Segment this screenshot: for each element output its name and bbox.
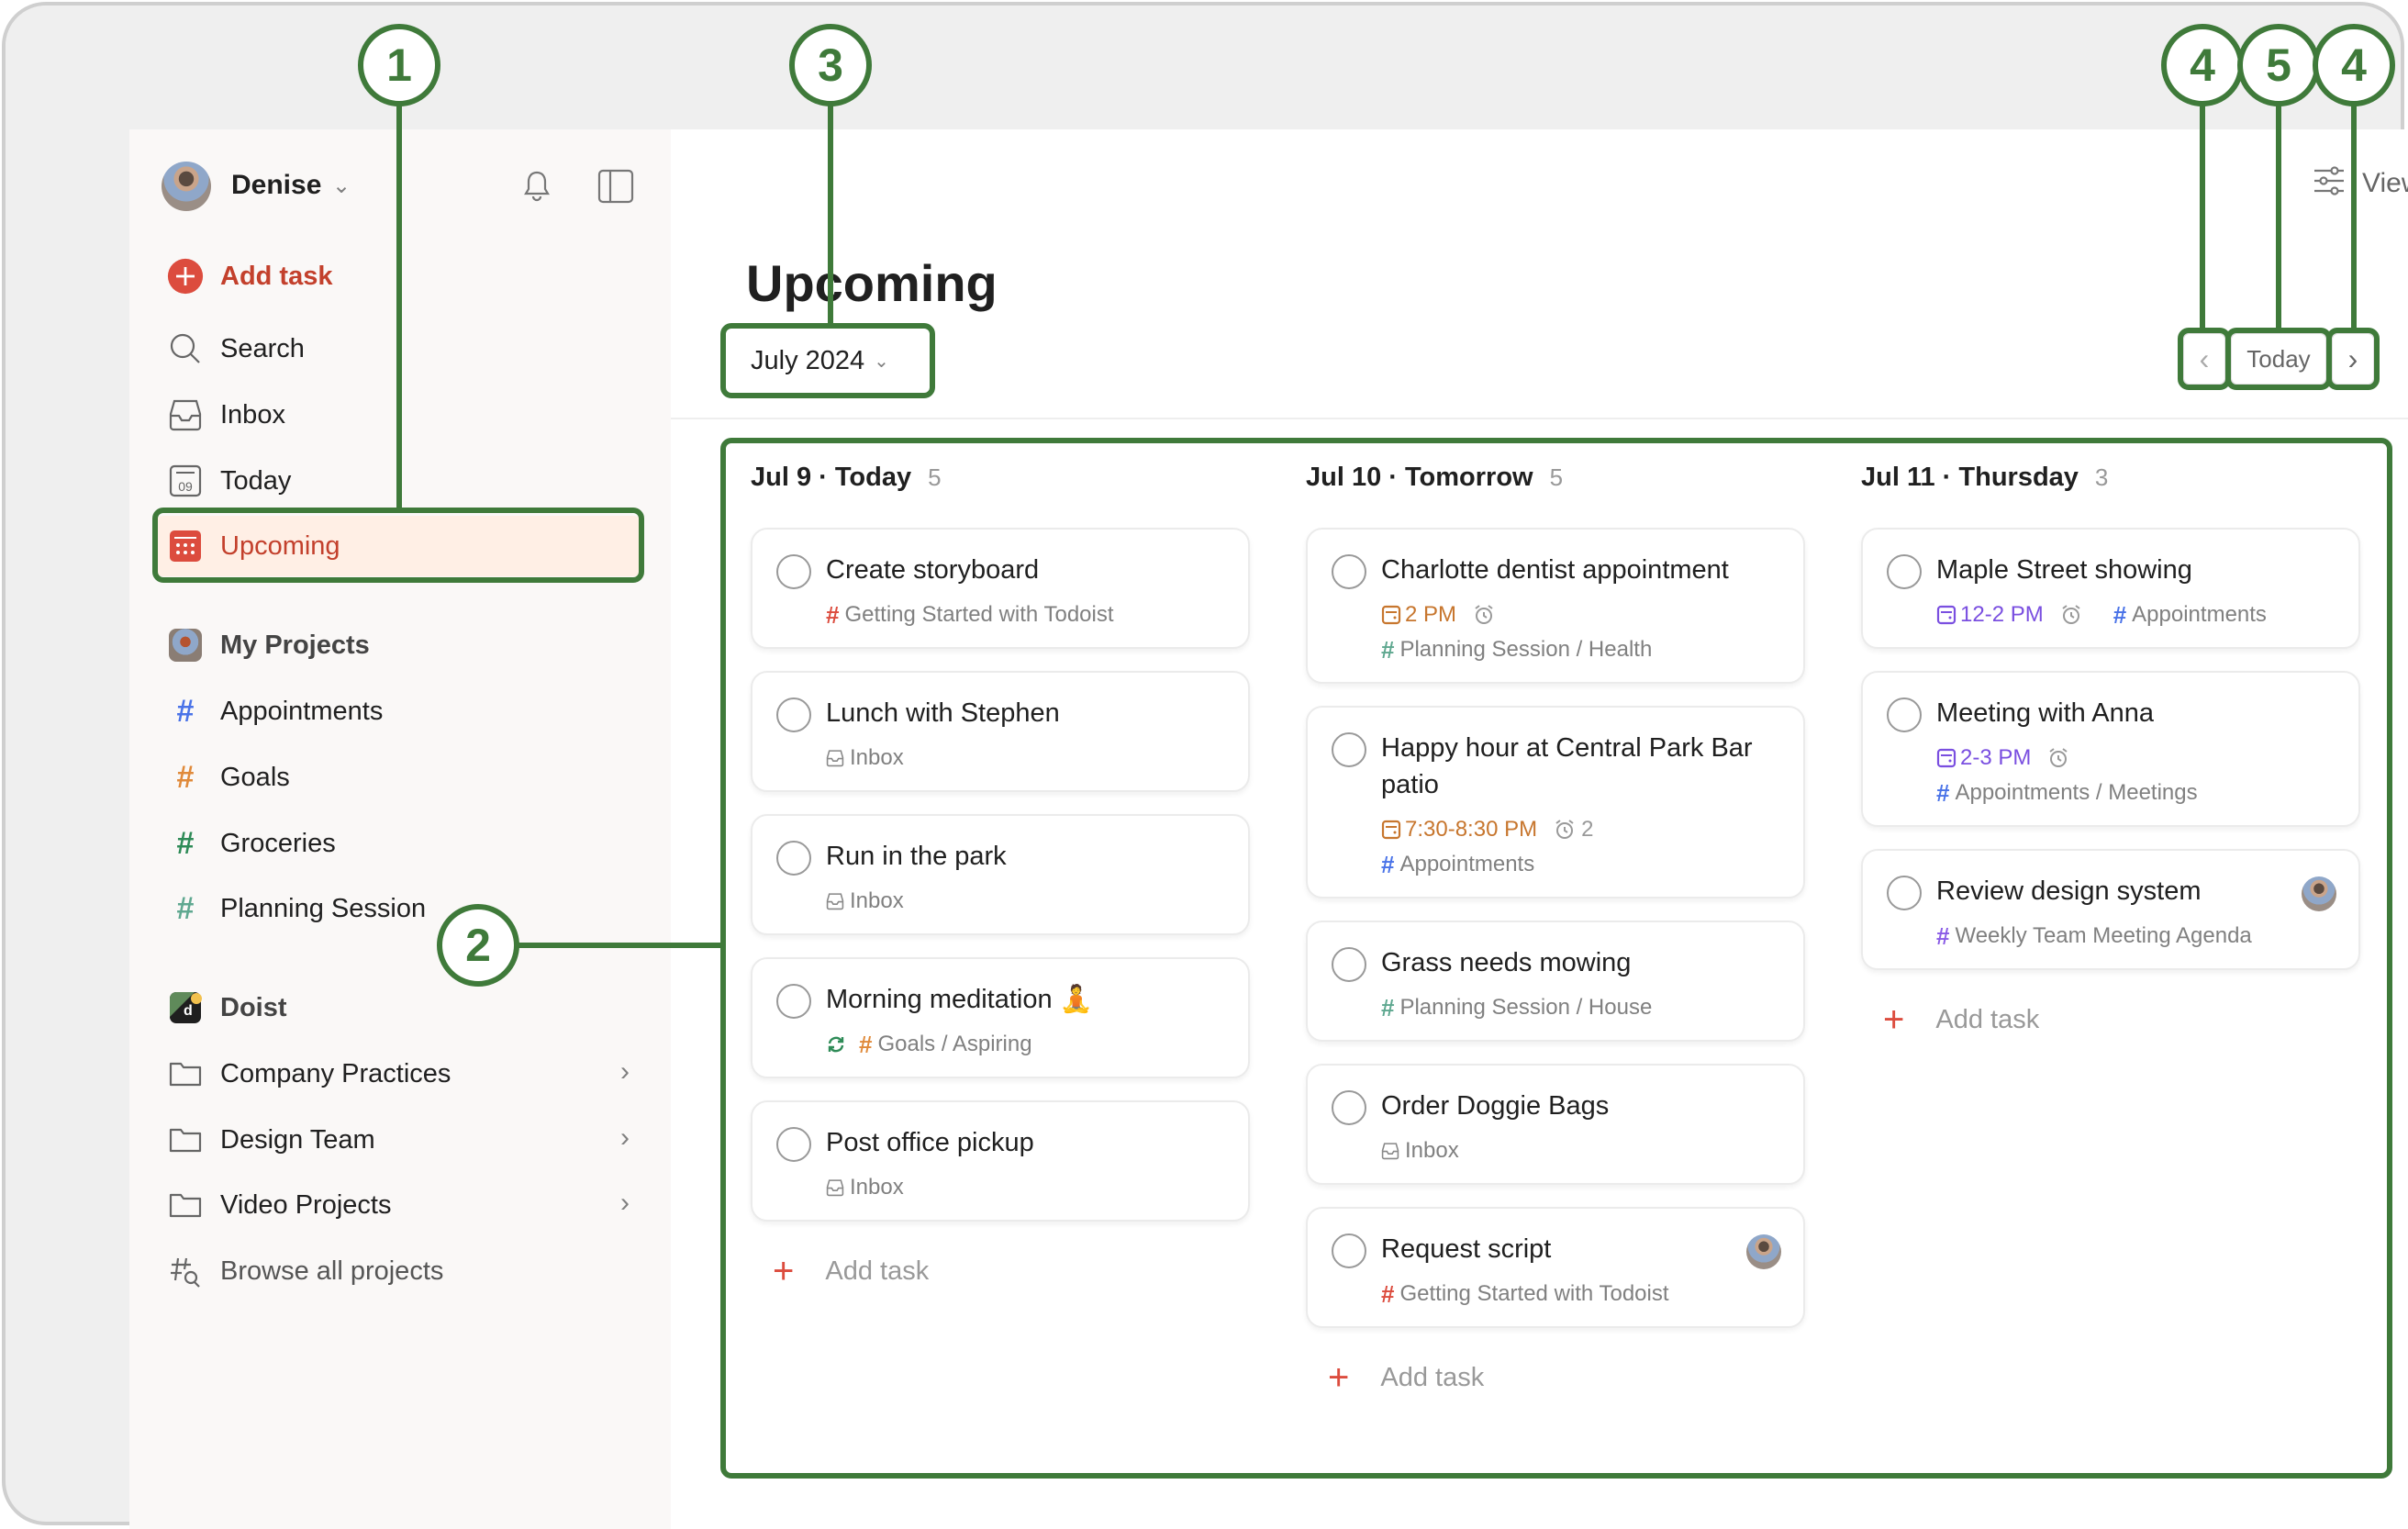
sidebar-project-planning-session[interactable]: # Planning Session	[154, 878, 642, 939]
annotation-line-2	[518, 943, 724, 948]
doist-logo-icon: d	[167, 989, 204, 1026]
folder-icon	[167, 1122, 204, 1158]
inbox-icon	[167, 396, 204, 433]
chevron-right-icon[interactable]: ›	[620, 1056, 630, 1088]
project-label: Goals	[220, 762, 290, 792]
annotation-line-4-left	[2200, 106, 2205, 330]
sidebar-section-my-projects[interactable]: My Projects	[154, 615, 642, 675]
sidebar-section-doist[interactable]: d Doist	[154, 977, 642, 1038]
annotation-line-3	[828, 106, 833, 326]
annotation-marker: 3	[789, 24, 872, 106]
annotation-marker: 1	[358, 24, 440, 106]
project-label: Appointments	[220, 696, 384, 726]
sidebar-project-groceries[interactable]: # Groceries	[154, 813, 642, 874]
annotation-marker: 5	[2237, 24, 2320, 106]
sidebar-folder-design-team[interactable]: Design Team ›	[154, 1110, 642, 1170]
annotation-line-1	[396, 106, 402, 509]
annotation-marker: 4	[2161, 24, 2244, 106]
view-options-button[interactable]: View	[2313, 165, 2408, 201]
chevron-down-icon[interactable]: ⌄	[332, 173, 351, 199]
sidebar-folder-video-projects[interactable]: Video Projects ›	[154, 1175, 642, 1235]
chevron-right-icon[interactable]: ›	[620, 1188, 630, 1219]
sidebar-folder-company-practices[interactable]: Company Practices ›	[154, 1044, 642, 1104]
annotation-box-2	[720, 438, 2392, 1479]
hash-icon: #	[176, 826, 195, 861]
view-label: View	[2362, 167, 2408, 198]
hash-icon: #	[176, 694, 195, 729]
user-avatar[interactable]	[162, 162, 211, 211]
today-calendar-icon: 09	[167, 463, 204, 499]
browse-label: Browse all projects	[220, 1256, 444, 1286]
bell-icon[interactable]	[516, 165, 558, 207]
svg-text:09: 09	[178, 479, 193, 494]
hash-icon: #	[176, 891, 195, 926]
header-divider	[671, 418, 2408, 419]
hash-icon: #	[176, 760, 195, 795]
annotation-box-3	[720, 323, 935, 398]
user-name[interactable]: Denise	[231, 170, 321, 201]
sidebar-item-label: Search	[220, 333, 305, 363]
project-label: Planning Session	[220, 893, 427, 923]
annotation-line-5	[2276, 106, 2281, 330]
sidebar-project-goals[interactable]: # Goals	[154, 747, 642, 808]
add-task-label: Add task	[220, 261, 333, 291]
annotation-box-5	[2225, 328, 2332, 390]
annotation-box-4-left	[2178, 328, 2231, 390]
annotation-marker: 2	[437, 904, 519, 987]
section-label: My Projects	[220, 630, 370, 660]
annotation-line-4-right	[2351, 106, 2357, 330]
folder-icon	[167, 1055, 204, 1092]
folder-label: Design Team	[220, 1124, 375, 1155]
search-icon	[167, 330, 204, 367]
chevron-right-icon[interactable]: ›	[620, 1122, 630, 1154]
folder-label: Company Practices	[220, 1058, 452, 1088]
sidebar-toggle-icon[interactable]	[595, 165, 637, 207]
svg-text:d: d	[184, 1003, 193, 1019]
page-title: Upcoming	[746, 254, 998, 312]
sidebar-project-appointments[interactable]: # Appointments	[154, 681, 642, 742]
folder-icon	[167, 1187, 204, 1223]
sidebar-browse-all-projects[interactable]: Browse all projects	[154, 1241, 642, 1301]
section-label: Doist	[220, 992, 287, 1022]
add-circle-icon	[167, 258, 204, 295]
annotation-box-4-right	[2326, 328, 2380, 390]
project-label: Groceries	[220, 828, 336, 858]
sidebar-item-label: Inbox	[220, 399, 285, 430]
folder-label: Video Projects	[220, 1189, 392, 1220]
sidebar-item-label: Today	[220, 465, 292, 496]
annotation-marker: 4	[2313, 24, 2395, 106]
sliders-icon	[2313, 165, 2346, 201]
browse-projects-icon	[167, 1253, 204, 1289]
annotation-box-1	[152, 508, 644, 583]
my-projects-avatar-icon	[167, 627, 204, 664]
